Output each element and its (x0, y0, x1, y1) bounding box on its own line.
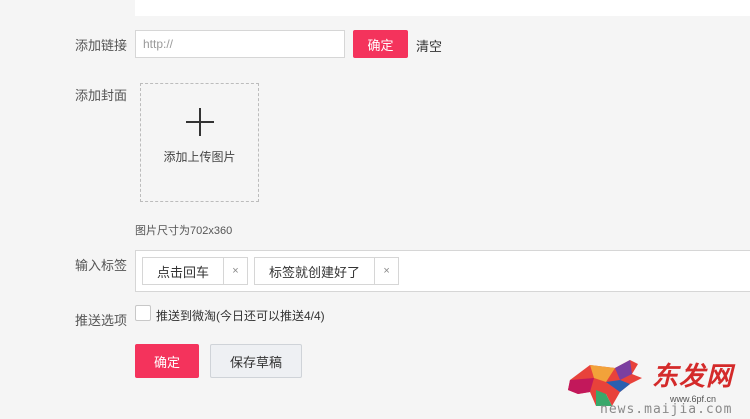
bull-logo-icon (568, 360, 642, 406)
push-checkbox-text[interactable]: 推送到微淘(今日还可以推送4/4) (156, 307, 325, 324)
save-draft-button[interactable]: 保存草稿 (210, 344, 302, 378)
top-panel (135, 0, 750, 16)
cover-size-hint: 图片尺寸为702x360 (135, 225, 233, 237)
watermark-url: news.maijia.com (600, 402, 733, 417)
link-confirm-button[interactable]: 确定 (353, 30, 408, 58)
push-checkbox[interactable] (135, 305, 151, 321)
tags-label: 输入标签 (75, 258, 128, 273)
tag-item: 点击回车 × (142, 257, 249, 285)
tag-input[interactable]: 点击回车 × 标签就创建好了 × (135, 250, 750, 292)
push-label: 推送选项 (75, 313, 128, 328)
tag-item: 标签就创建好了 × (254, 257, 400, 285)
plus-icon (185, 108, 214, 136)
watermark-brand: 东发网 (652, 362, 734, 392)
confirm-button[interactable]: 确定 (135, 344, 199, 378)
watermark: 东发网 www.6pf.cn news.maijia.com (560, 350, 750, 419)
close-icon[interactable]: × (374, 258, 398, 284)
tag-text: 标签就创建好了 (269, 264, 361, 280)
link-label: 添加链接 (75, 38, 128, 53)
cover-upload-box[interactable]: 添加上传图片 (140, 83, 259, 202)
upload-text: 添加上传图片 (163, 150, 236, 164)
link-clear-button[interactable]: 清空 (416, 36, 442, 55)
close-icon[interactable]: × (223, 258, 247, 284)
tag-text: 点击回车 (157, 264, 210, 280)
cover-label: 添加封面 (75, 88, 128, 103)
link-input[interactable] (135, 30, 345, 58)
